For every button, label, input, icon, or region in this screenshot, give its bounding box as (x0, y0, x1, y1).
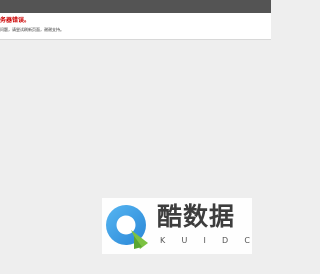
watermark-letter: K (160, 236, 166, 245)
watermark: 酷数据 K U I D C (102, 198, 252, 254)
error-panel: 务器错误。 问题，请尝试刷新页面，谢谢支持。 (0, 13, 271, 40)
kuidc-logo-icon (106, 205, 148, 249)
error-message: 问题，请尝试刷新页面，谢谢支持。 (0, 27, 64, 32)
browser-top-bar (0, 0, 271, 13)
watermark-letter: I (203, 236, 206, 245)
watermark-letter: C (244, 236, 250, 245)
watermark-letters: K U I D C (160, 236, 250, 246)
error-title: 务器错误。 (0, 17, 31, 24)
watermark-letter: U (181, 236, 188, 245)
watermark-brand: 酷数据 (157, 202, 236, 231)
watermark-letter: D (222, 236, 229, 245)
